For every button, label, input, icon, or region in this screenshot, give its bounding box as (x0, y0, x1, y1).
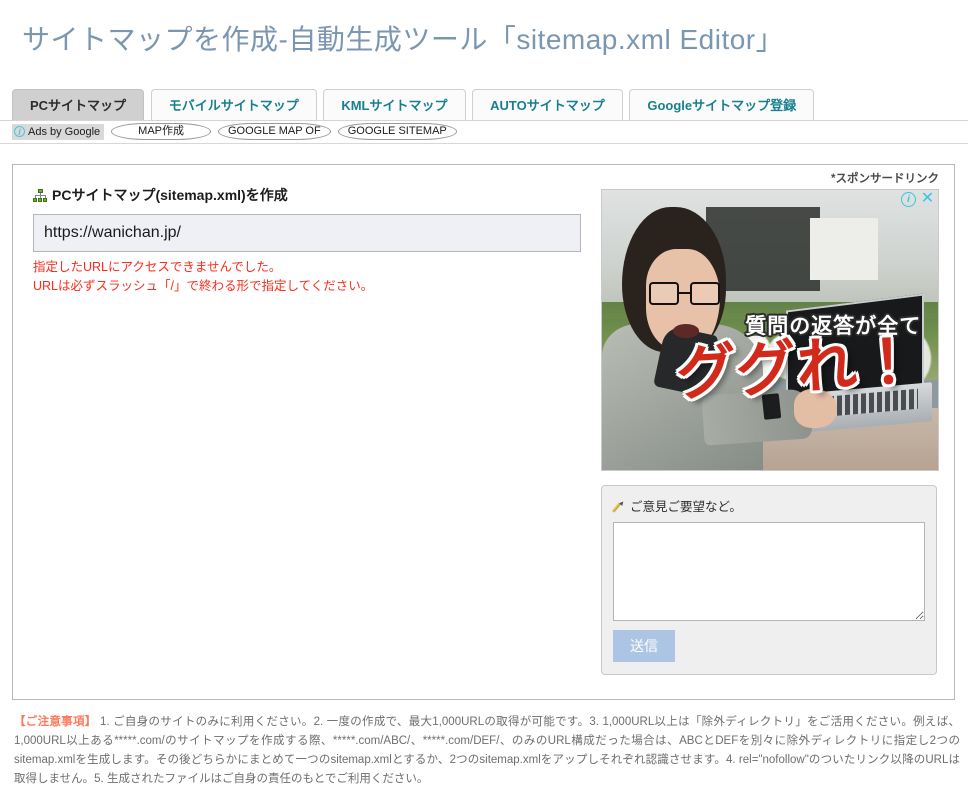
ad-keyword-chip-google-map-of[interactable]: GOOGLE MAP OF (218, 123, 331, 141)
sponsored-link-label: *スポンサードリンク (831, 173, 939, 185)
tab-bar: PCサイトマップ モバイルサイトマップ KMLサイトマップ AUTOサイトマップ… (0, 89, 968, 122)
footer-notice-label: 【ご注意事項】 (14, 716, 97, 728)
submit-button[interactable]: 送信 (613, 630, 675, 662)
ads-by-google-label[interactable]: i Ads by Google (12, 123, 105, 140)
error-message-group: 指定したURLにアクセスできませんでした。 URLは必ずスラッシュ「/」で終わる… (33, 258, 603, 296)
sitemap-tree-icon (33, 189, 47, 202)
error-message-access: 指定したURLにアクセスできませんでした。 (33, 260, 282, 274)
ad-keyword-chip-google-sitemap[interactable]: GOOGLE SITEMAP (337, 123, 457, 141)
section-title-text: PCサイトマップ(sitemap.xml)を作成 (52, 187, 288, 203)
ad-close-icon[interactable]: ✕ (920, 191, 935, 207)
feedback-title-row: ご意見ご要望など。 (611, 496, 925, 515)
advertisement-banner[interactable]: 質問の返答が全て ググれ！ i ✕ (601, 189, 939, 471)
feedback-textarea[interactable] (613, 522, 925, 621)
tab-google-sitemap-register[interactable]: Googleサイトマップ登録 (629, 89, 815, 121)
tab-kml-sitemap[interactable]: KMLサイトマップ (323, 89, 466, 121)
tab-auto-sitemap[interactable]: AUTOサイトマップ (472, 89, 623, 121)
pencil-icon (611, 500, 625, 513)
ad-keyword-chip-map[interactable]: MAP作成 (111, 123, 211, 141)
ad-controls: i ✕ (901, 191, 935, 207)
main-content-panel: PCサイトマップ(sitemap.xml)を作成 指定したURLにアクセスできま… (12, 164, 955, 700)
feedback-panel: ご意見ご要望など。 送信 (601, 485, 937, 675)
section-title-row: PCサイトマップ(sitemap.xml)を作成 (33, 185, 603, 205)
ads-by-google-text: Ads by Google (28, 125, 101, 138)
ads-by-google-strip: i Ads by Google MAP作成 GOOGLE MAP OF GOOGLE S… (0, 121, 968, 145)
url-input[interactable] (33, 214, 581, 252)
tab-mobile-sitemap[interactable]: モバイルサイトマップ (150, 89, 317, 121)
ad-headline-line2: ググれ！ (674, 327, 921, 410)
error-message-trailing-slash: URLは必ずスラッシュ「/」で終わる形で指定してください。 (33, 279, 374, 293)
tab-bar-underline (0, 120, 968, 122)
adchoices-info-icon[interactable]: i (14, 126, 25, 138)
sitemap-form-column: PCサイトマップ(sitemap.xml)を作成 指定したURLにアクセスできま… (33, 185, 603, 296)
footer-notice: 【ご注意事項】 1. ご自身のサイトのみに利用ください。2. 一度の作成で、最大… (14, 713, 960, 789)
sidebar-column: *スポンサードリンク 質問の返答が全て ググれ！ i ✕ ご意見ご要望など。 送… (601, 170, 941, 675)
ad-info-icon[interactable]: i (901, 192, 916, 207)
footer-notice-body: 1. ご自身のサイトのみに利用ください。2. 一度の作成で、最大1,000URL… (14, 716, 960, 785)
tab-pc-sitemap[interactable]: PCサイトマップ (12, 89, 145, 121)
feedback-title-text: ご意見ご要望など。 (630, 500, 742, 514)
page-title: サイトマップを作成-自動生成ツール「sitemap.xml Editor」 (22, 24, 785, 55)
